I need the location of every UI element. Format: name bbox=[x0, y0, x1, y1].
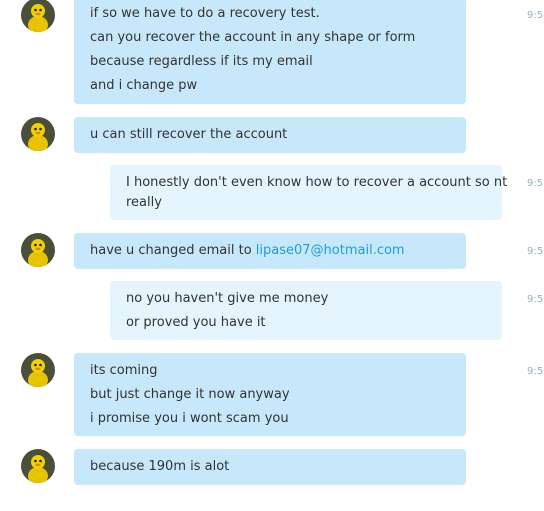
message-text: I honestly don't even know how to recove… bbox=[126, 175, 508, 190]
avatar[interactable] bbox=[21, 117, 55, 151]
message-bubble-incoming: if so we have to do a recovery test. can… bbox=[74, 0, 466, 104]
timestamp: 9:55 bbox=[527, 246, 544, 257]
message-text: because 190m is alot bbox=[90, 459, 230, 474]
duck-avatar-icon bbox=[21, 233, 55, 267]
message-text: can you recover the account in any shape… bbox=[90, 30, 416, 45]
message-text: or proved you have it bbox=[126, 315, 266, 330]
duck-avatar-icon bbox=[21, 0, 55, 32]
avatar[interactable] bbox=[21, 0, 55, 32]
duck-avatar-icon bbox=[21, 449, 55, 483]
message-bubble-incoming: its coming but just change it now anyway… bbox=[74, 353, 466, 436]
message-bubble-outgoing: I honestly don't even know how to recove… bbox=[110, 165, 507, 220]
message-text: no you haven't give me money bbox=[126, 291, 329, 306]
message-bubble-incoming: u can still recover the account bbox=[74, 117, 466, 153]
email-link[interactable]: lipase07@hotmail.com bbox=[256, 243, 405, 258]
message-text: i promise you i wont scam you bbox=[90, 411, 289, 426]
message-text: its coming bbox=[90, 363, 158, 378]
message-text: because regardless if its my email bbox=[90, 54, 313, 69]
message-text: but just change it now anyway bbox=[90, 387, 290, 402]
message-text: and i change pw bbox=[90, 78, 198, 93]
timestamp: 9:55 bbox=[527, 294, 544, 305]
timestamp: 9:55 bbox=[527, 178, 544, 189]
message-text-prefix: have u changed email to bbox=[90, 243, 256, 258]
message-text: if so we have to do a recovery test. bbox=[90, 6, 320, 21]
message-text: have u changed email to lipase07@hotmail… bbox=[90, 243, 405, 259]
avatar[interactable] bbox=[21, 449, 55, 483]
message-text: u can still recover the account bbox=[90, 127, 288, 142]
message-bubble-incoming: have u changed email to lipase07@hotmail… bbox=[74, 233, 466, 269]
timestamp: 9:54 bbox=[527, 10, 544, 21]
duck-avatar-icon bbox=[21, 117, 55, 151]
message-bubble-outgoing: no you haven't give me money or proved y… bbox=[110, 281, 502, 340]
duck-avatar-icon bbox=[21, 353, 55, 387]
message-text: really bbox=[126, 195, 162, 210]
message-bubble-incoming: because 190m is alot bbox=[74, 449, 466, 485]
avatar[interactable] bbox=[21, 233, 55, 267]
avatar[interactable] bbox=[21, 353, 55, 387]
timestamp: 9:55 bbox=[527, 366, 544, 377]
